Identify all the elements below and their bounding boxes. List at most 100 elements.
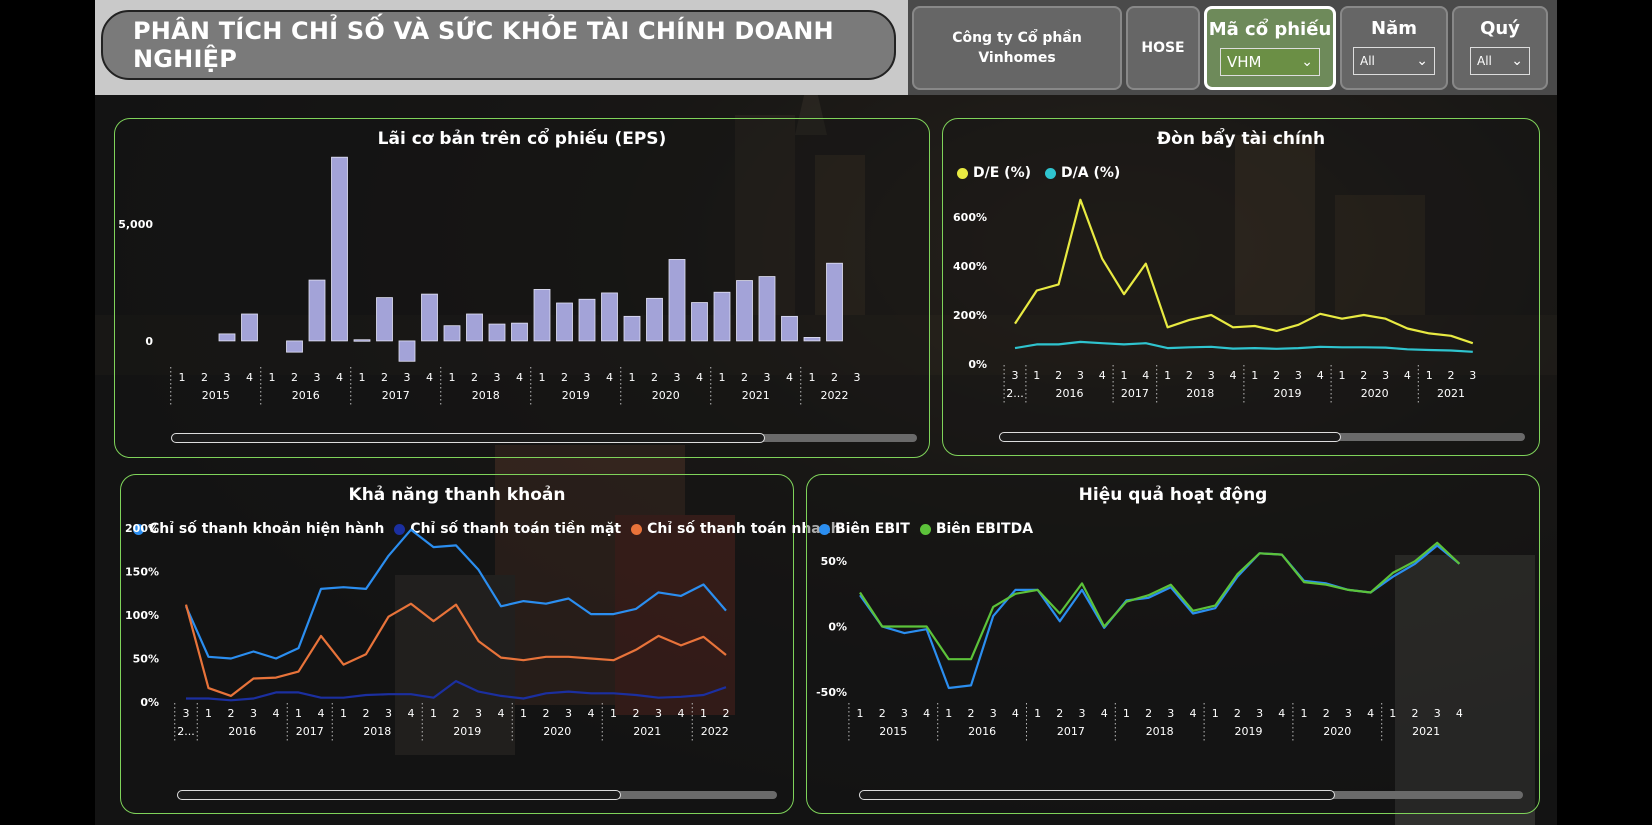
x-tick-quarter-label: 1 (449, 371, 456, 384)
leverage-chart: 600% 400% 200% 0% 3 2... 1 2 3 4 2016 1 4 2017 1 2 3 4 201… (953, 198, 1476, 403)
x-tick-year-label: 2021 (1437, 387, 1465, 400)
x-tick-year-label: 2017 (1121, 387, 1149, 400)
quarter-dropdown-value: All (1477, 54, 1492, 68)
y-tick-label: 50% (821, 555, 847, 568)
year-dropdown-value: All (1360, 54, 1375, 68)
x-tick-quarter-label: 4 (246, 371, 253, 384)
x-tick-quarter-label: 2 (1056, 707, 1063, 720)
x-tick-quarter-label: 4 (696, 371, 703, 384)
x-tick-quarter-label: 3 (1012, 369, 1019, 382)
liquidity-scrollbar-thumb[interactable] (177, 790, 621, 800)
quarter-slicer-label: Quý (1480, 18, 1520, 39)
efficiency-panel: Hiệu quả hoạt động Biên EBIT Biên EBITDA… (806, 474, 1540, 814)
efficiency-scrollbar-thumb[interactable] (859, 790, 1335, 800)
eps-scrollbar[interactable] (171, 433, 917, 443)
x-tick-quarter-label: 1 (539, 371, 546, 384)
x-tick-quarter-label: 4 (923, 707, 930, 720)
x-tick-quarter-label: 3 (990, 707, 997, 720)
x-tick-quarter-label: 4 (1367, 707, 1374, 720)
x-tick-quarter-label: 2 (1234, 707, 1241, 720)
x-tick-quarter-label: 2 (543, 707, 550, 720)
x-tick-quarter-label: 1 (719, 371, 726, 384)
x-tick-year-label: 2018 (1146, 725, 1174, 738)
page-title: PHÂN TÍCH CHỈ SỐ VÀ SỨC KHỎE TÀI CHÍNH D… (133, 17, 834, 73)
x-tick-quarter-label: 1 (1251, 369, 1258, 382)
y-tick-label: 400% (953, 260, 987, 273)
eps-bar (758, 276, 776, 342)
x-tick-quarter-label: 1 (1033, 369, 1040, 382)
x-tick-quarter-label: 1 (359, 371, 366, 384)
x-tick-quarter-label: 3 (1345, 707, 1352, 720)
year-slicer: Năm All ⌄ (1340, 6, 1448, 90)
x-tick-quarter-label: 2 (1186, 369, 1193, 382)
x-tick-quarter-label: 1 (857, 707, 864, 720)
eps-bar (781, 315, 798, 342)
y-tick-label: 200% (953, 309, 987, 322)
ticker-dropdown[interactable]: VHM ⌄ (1220, 48, 1320, 76)
x-tick-quarter-label: 1 (945, 707, 952, 720)
x-tick-quarter-label: 3 (1469, 369, 1476, 382)
header-filter-bar: Công ty Cổ phần Vinhomes HOSE Mã cổ phiế… (908, 0, 1557, 95)
eps-bar (511, 322, 528, 342)
x-tick-year-label: 2020 (543, 725, 571, 738)
x-tick-quarter-label: 2 (228, 707, 235, 720)
x-tick-quarter-label: 2 (968, 707, 975, 720)
eps-bar (353, 339, 371, 342)
company-name-card: Công ty Cổ phần Vinhomes (912, 6, 1122, 90)
eps-bar (713, 291, 731, 342)
x-tick-quarter-label: 3 (494, 371, 501, 384)
x-tick-year-label: 2016 (228, 725, 256, 738)
efficiency-scrollbar[interactable] (859, 790, 1523, 800)
x-tick-year-label: 2017 (382, 389, 410, 402)
x-tick-quarter-label: 1 (1301, 707, 1308, 720)
quarter-slicer: Quý All ⌄ (1452, 6, 1548, 90)
x-tick-quarter-label: 1 (1339, 369, 1346, 382)
eps-bar (218, 333, 236, 342)
x-tick-quarter-label: 1 (700, 707, 707, 720)
y-tick-label: 0% (140, 696, 159, 709)
x-tick-quarter-label: 1 (1389, 707, 1396, 720)
quarter-dropdown[interactable]: All ⌄ (1470, 47, 1530, 75)
x-tick-year-label: 2022 (821, 389, 849, 402)
x-tick-year-label: 2015 (202, 389, 230, 402)
liquidity-scrollbar[interactable] (177, 790, 777, 800)
x-tick-year-label: 2020 (1323, 725, 1351, 738)
x-tick-quarter-label: 2 (363, 707, 370, 720)
x-tick-year-label: 2019 (453, 725, 481, 738)
x-tick-quarter-label: 2 (723, 707, 730, 720)
x-tick-quarter-label: 2 (651, 371, 658, 384)
x-tick-quarter-label: 4 (678, 707, 685, 720)
x-tick-quarter-label: 1 (1164, 369, 1171, 382)
x-tick-quarter-label: 2 (831, 371, 838, 384)
y-tick-label: 0 (145, 335, 153, 348)
eps-bar (668, 259, 686, 342)
y-tick-label: 50% (133, 653, 159, 666)
y-tick-label: 100% (125, 609, 159, 622)
x-tick-quarter-label: 2 (1448, 369, 1455, 382)
x-tick-quarter-label: 2 (633, 707, 640, 720)
x-tick-year-label: 2... (1006, 387, 1024, 400)
y-tick-label: 0% (828, 621, 847, 634)
eps-scrollbar-thumb[interactable] (171, 433, 765, 443)
x-tick-quarter-label: 4 (1101, 707, 1108, 720)
year-dropdown[interactable]: All ⌄ (1353, 47, 1435, 75)
y-tick-label: 0% (968, 358, 987, 371)
x-tick-quarter-label: 4 (318, 707, 325, 720)
x-tick-year-label: 2016 (292, 389, 320, 402)
x-tick-quarter-label: 3 (1208, 369, 1215, 382)
y-tick-label: 150% (125, 566, 159, 579)
eps-bar (533, 289, 551, 342)
x-tick-quarter-label: 1 (1212, 707, 1219, 720)
eps-bar (646, 297, 663, 342)
leverage-scrollbar[interactable] (999, 432, 1525, 442)
x-tick-quarter-label: 3 (224, 371, 231, 384)
x-tick-quarter-label: 3 (1167, 707, 1174, 720)
x-tick-quarter-label: 1 (1034, 707, 1041, 720)
year-slicer-label: Năm (1371, 18, 1417, 39)
eps-bar (376, 297, 393, 342)
x-tick-quarter-label: 4 (1190, 707, 1197, 720)
x-tick-quarter-label: 2 (1145, 707, 1152, 720)
x-tick-quarter-label: 4 (786, 371, 793, 384)
x-tick-quarter-label: 4 (588, 707, 595, 720)
leverage-scrollbar-thumb[interactable] (999, 432, 1341, 442)
